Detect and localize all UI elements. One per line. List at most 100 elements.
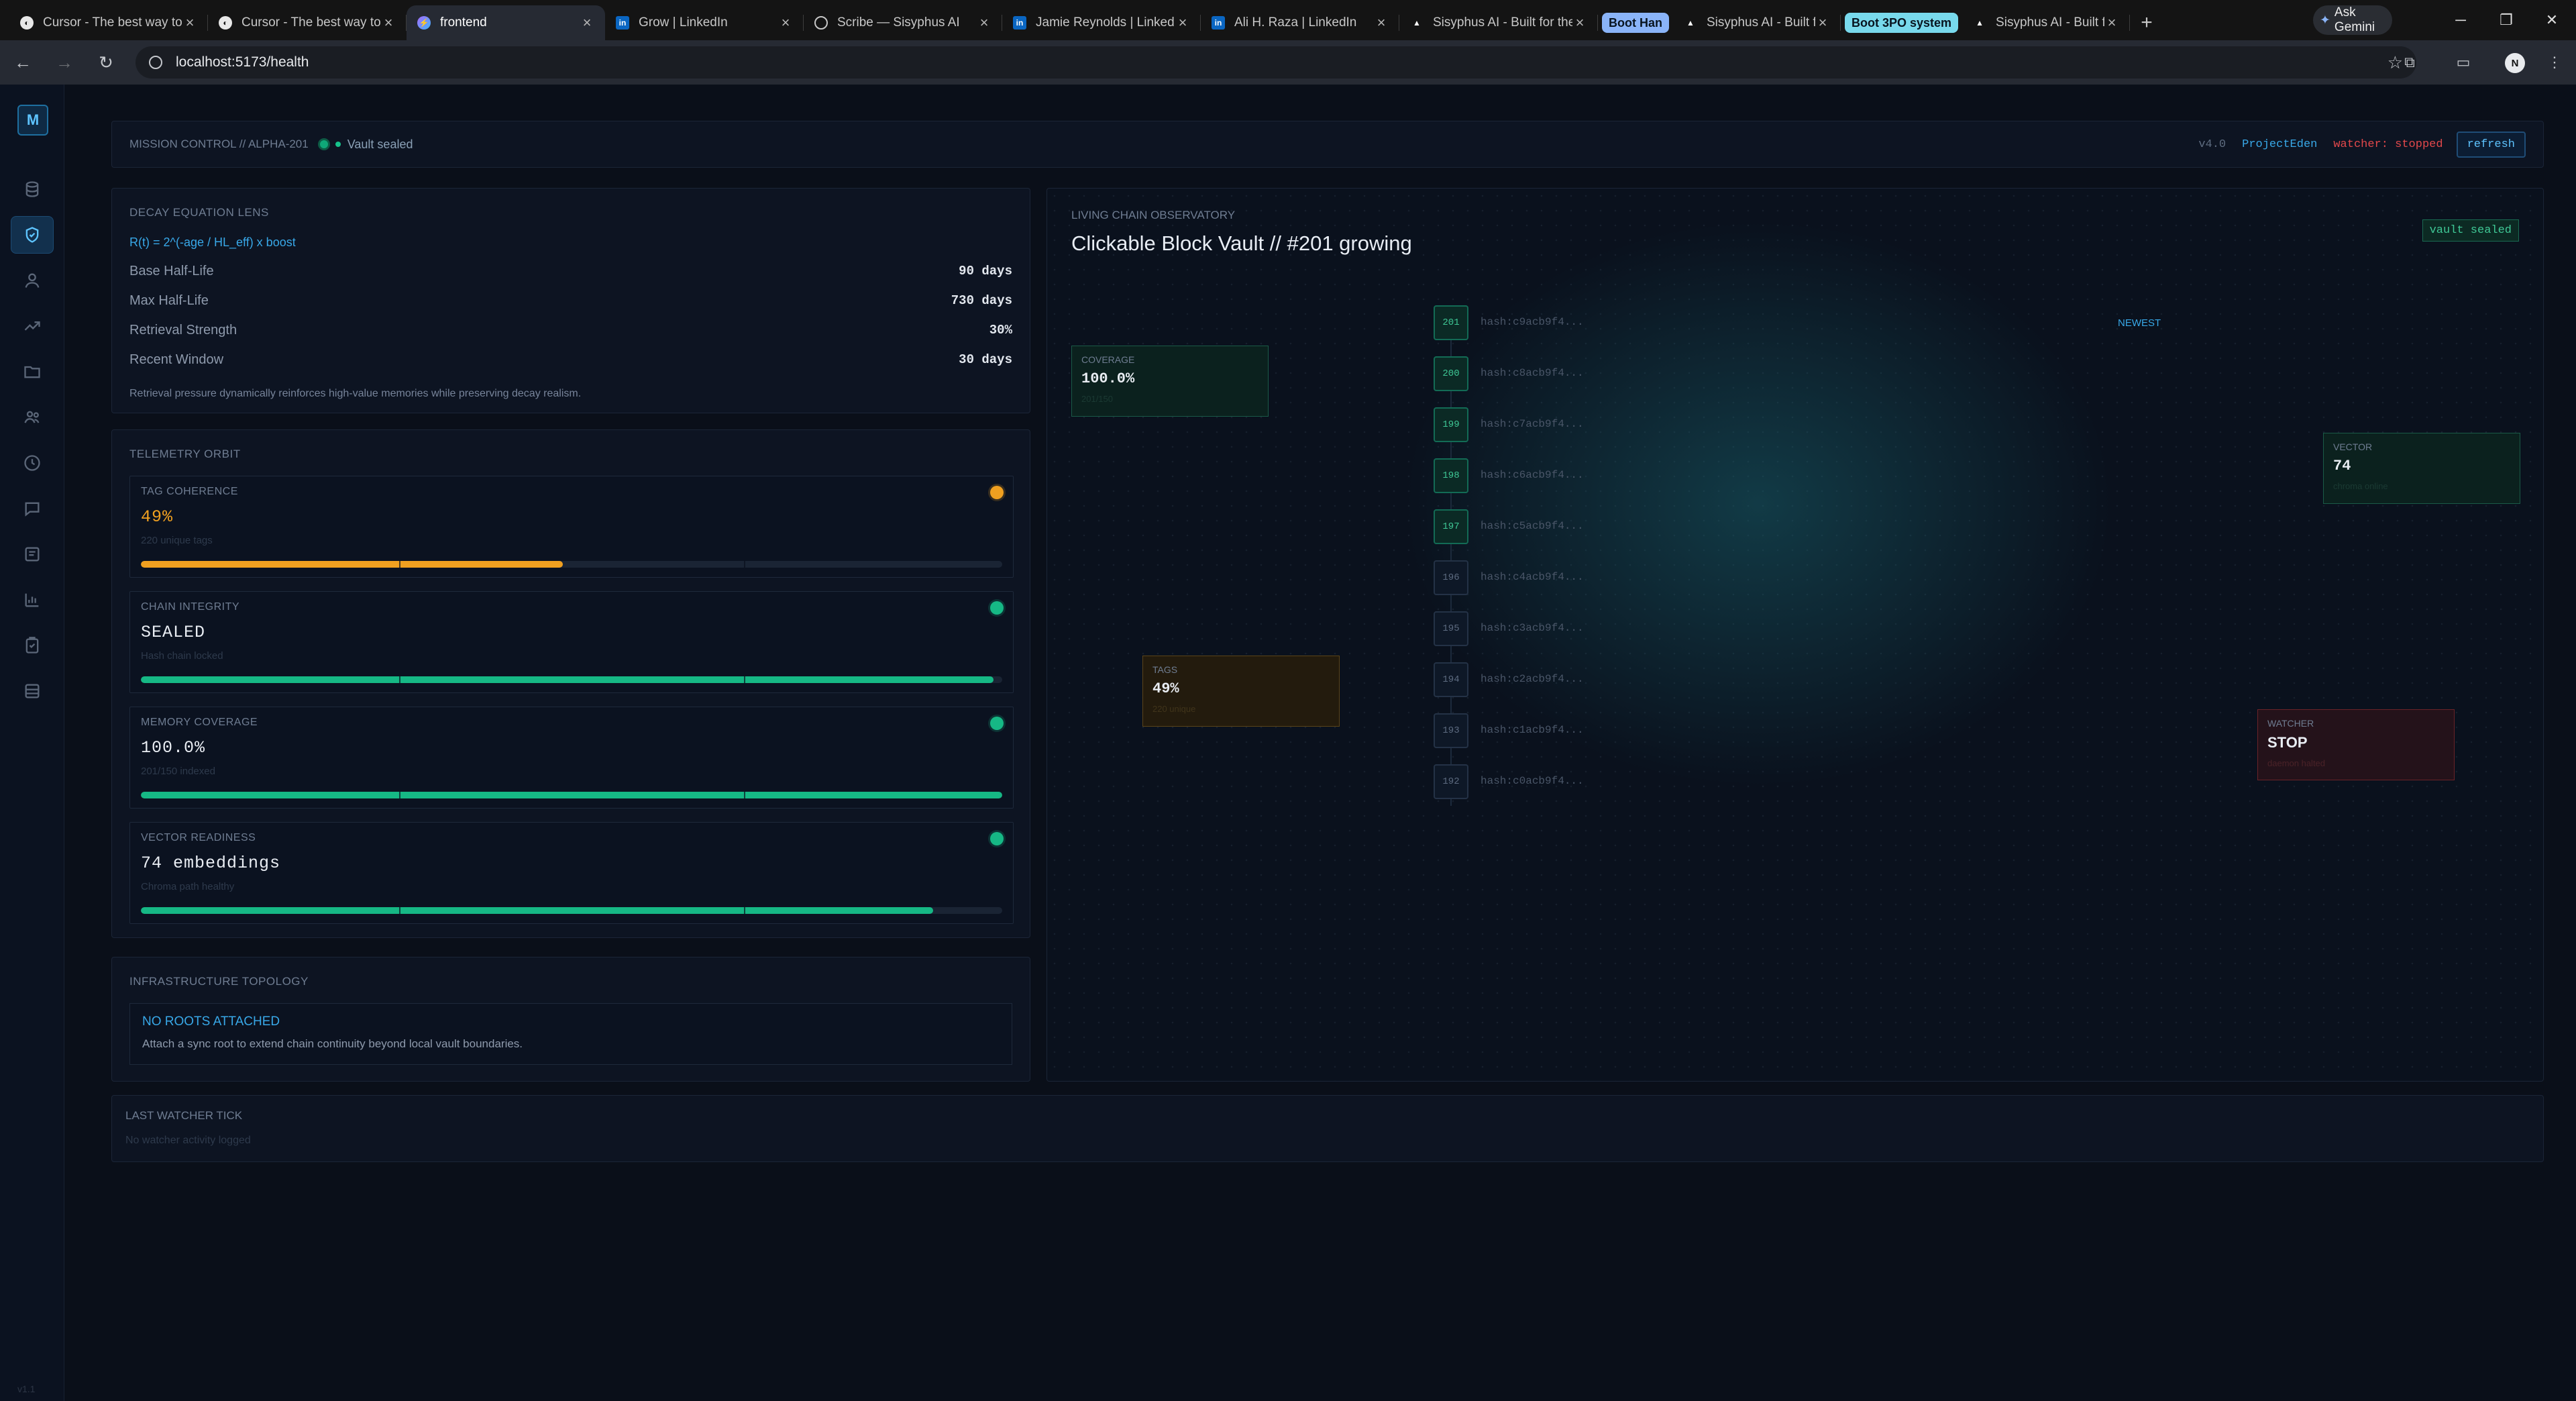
mission-label: MISSION CONTROL // ALPHA-201 [129, 138, 309, 150]
browser-tab[interactable]: ▲ Sisyphus AI - Built for the× [1673, 5, 1841, 40]
extensions-icon[interactable]: ⧉ [2395, 48, 2424, 77]
browser-tab[interactable]: ▲ Sisyphus AI - Built for the× [1399, 5, 1598, 40]
nav-checklist-icon[interactable] [11, 627, 54, 664]
back-icon[interactable]: ← [4, 44, 42, 81]
browser-tab[interactable]: ⚡ frontend × [407, 5, 605, 40]
close-tab-icon[interactable]: × [1374, 14, 1389, 32]
nav-chart-icon[interactable] [11, 581, 54, 619]
decay-param-row: Recent Window 30 days [129, 352, 1012, 368]
chain-block[interactable]: 194 [1434, 662, 1468, 697]
browser-tab[interactable]: in Jamie Reynolds | LinkedIn × [1002, 5, 1201, 40]
nav-database-icon[interactable] [11, 170, 54, 208]
telemetry-card[interactable]: CHAIN INTEGRITY SEALED Hash chain locked [129, 591, 1014, 693]
decay-param-value: 30 days [959, 352, 1012, 367]
browser-tab[interactable]: ▲ Sisyphus AI - Built for the× [1962, 5, 2131, 40]
decay-param-label: Base Half-Life [129, 264, 214, 278]
chain-block[interactable]: 199 [1434, 407, 1468, 442]
tab-favicon-icon: in [616, 16, 629, 30]
minimize-window-icon[interactable]: ─ [2440, 7, 2481, 34]
telemetry-progress-bar [141, 792, 1002, 798]
telemetry-card[interactable]: MEMORY COVERAGE 100.0% 201/150 indexed [129, 707, 1014, 809]
close-tab-icon[interactable]: × [1175, 14, 1190, 32]
watcher-float-card[interactable]: WATCHER STOP daemon halted [2257, 709, 2455, 780]
reload-icon[interactable]: ↻ [87, 44, 125, 81]
tab-search-icon[interactable]: ▭ [2449, 48, 2478, 77]
close-tab-icon[interactable]: × [381, 14, 396, 32]
decay-param-label: Retrieval Strength [129, 323, 237, 338]
tab-favicon-icon: ◐ [219, 16, 232, 30]
watcher-status: watcher: stopped [2333, 138, 2443, 151]
nav-user-icon[interactable] [11, 262, 54, 299]
chain-block[interactable]: 192 [1434, 764, 1468, 799]
app-logo[interactable]: M [17, 105, 48, 136]
browser-tab[interactable]: ◐ Cursor - The best way to code× [9, 5, 208, 40]
tab-favicon-icon: ▲ [1413, 18, 1421, 28]
telemetry-card-value: 100.0% [141, 738, 206, 758]
chain-block[interactable]: 197 [1434, 509, 1468, 544]
forward-icon[interactable]: → [46, 44, 83, 81]
chain-block[interactable]: 195 [1434, 611, 1468, 646]
nav-folder-icon[interactable] [11, 353, 54, 391]
tab-title: Ali H. Raza | LinkedIn [1234, 15, 1357, 30]
coverage-value: 100.0% [1081, 370, 1135, 387]
tab-title: frontend [440, 15, 487, 30]
infrastructure-panel: INFRASTRUCTURE TOPOLOGY NO ROOTS ATTACHE… [111, 957, 1030, 1082]
close-window-icon[interactable]: ✕ [2532, 7, 2572, 34]
app-version-label: v4.0 [2198, 138, 2226, 151]
coverage-float-card[interactable]: COVERAGE 100.0% 201/150 [1071, 346, 1269, 417]
status-led-icon [990, 832, 1004, 845]
browser-tab[interactable]: in Ali H. Raza | LinkedIn × [1201, 5, 1399, 40]
ask-gemini-button[interactable]: ✦ Ask Gemini [2313, 5, 2392, 35]
close-tab-icon[interactable]: × [580, 14, 594, 32]
close-tab-icon[interactable]: × [2104, 14, 2119, 32]
decay-param-value: 90 days [959, 264, 1012, 278]
app-sidebar: M v1.1 [0, 85, 64, 1401]
refresh-button[interactable]: refresh [2456, 131, 2526, 158]
chain-block-hash: hash:c0acb9f4... [1481, 775, 1584, 787]
project-name[interactable]: ProjectEden [2242, 138, 2317, 151]
browser-tab[interactable]: ◐ Cursor - The best way to code× [208, 5, 407, 40]
address-bar[interactable]: localhost:5173/health ☆ [136, 46, 2416, 79]
telemetry-card[interactable]: VECTOR READINESS 74 embeddings Chroma path… [129, 822, 1014, 924]
tab-favicon-icon: ▲ [1976, 18, 1984, 28]
close-tab-icon[interactable]: × [1572, 14, 1587, 32]
browser-tab[interactable]: Scribe — Sisyphus AI × [804, 5, 1002, 40]
newest-label: NEWEST [2118, 317, 2161, 329]
nav-health-shield-icon[interactable] [11, 216, 54, 254]
tags-float-card[interactable]: TAGS 49% 220 unique [1142, 656, 1340, 727]
last-watcher-panel: LAST WATCHER TICK No watcher activity lo… [111, 1095, 2544, 1162]
vector-float-card[interactable]: VECTOR 74 chroma online [2323, 433, 2520, 504]
telemetry-card-sub: Chroma path healthy [141, 881, 235, 892]
vault-sealed-badge: vault sealed [2422, 219, 2519, 242]
nav-team-icon[interactable] [11, 399, 54, 436]
nav-clock-icon[interactable] [11, 444, 54, 482]
close-tab-icon[interactable]: × [182, 14, 197, 32]
chain-block[interactable]: 200 [1434, 356, 1468, 391]
telemetry-title: TELEMETRY ORBIT [129, 448, 241, 460]
tab-title: Scribe — Sisyphus AI [837, 15, 960, 30]
browser-tab[interactable]: in Grow | LinkedIn × [605, 5, 804, 40]
chain-block[interactable]: 196 [1434, 560, 1468, 595]
chain-block[interactable]: 198 [1434, 458, 1468, 493]
chain-block[interactable]: 201 [1434, 305, 1468, 340]
tab-group-boot-3po[interactable]: Boot 3PO system [1845, 13, 1959, 33]
coverage-title: COVERAGE [1081, 354, 1135, 365]
restore-window-icon[interactable]: ❐ [2486, 7, 2526, 34]
nav-chat-icon[interactable] [11, 490, 54, 527]
browser-menu-icon[interactable]: ⋮ [2540, 48, 2569, 77]
tab-title: Sisyphus AI - Built for the [1996, 15, 2105, 30]
profile-avatar[interactable]: N [2505, 53, 2525, 73]
tab-group-boot-han[interactable]: Boot Han [1602, 13, 1669, 33]
url-text[interactable]: localhost:5173/health [176, 54, 2387, 70]
telemetry-card[interactable]: TAG COHERENCE 49% 220 unique tags [129, 476, 1014, 578]
close-tab-icon[interactable]: × [977, 14, 991, 32]
telemetry-card-sub: Hash chain locked [141, 650, 223, 662]
nav-messages-icon[interactable] [11, 535, 54, 573]
chain-block[interactable]: 193 [1434, 713, 1468, 748]
close-tab-icon[interactable]: × [1815, 14, 1830, 32]
new-tab-icon[interactable]: + [2130, 5, 2163, 40]
close-tab-icon[interactable]: × [778, 14, 793, 32]
site-info-icon[interactable] [149, 56, 162, 69]
nav-trend-icon[interactable] [11, 307, 54, 345]
nav-storage-icon[interactable] [11, 672, 54, 710]
